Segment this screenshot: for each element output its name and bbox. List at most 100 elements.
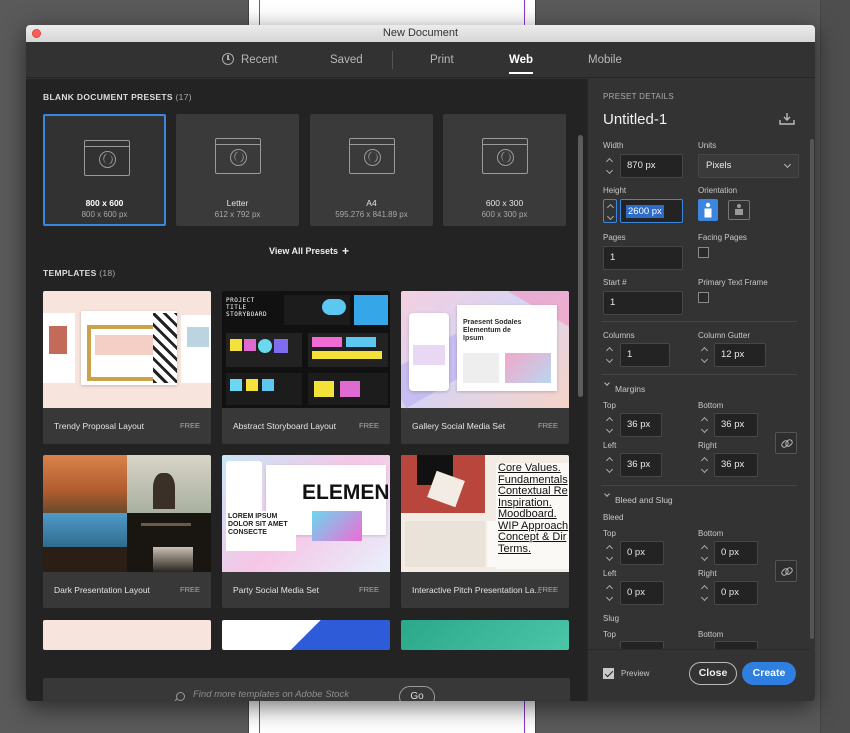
height-field[interactable]: 2600 px: [620, 199, 683, 223]
bleed-bottom-field[interactable]: 0 px: [714, 541, 758, 565]
margin-left-stepper[interactable]: [603, 453, 617, 477]
tab-mobile[interactable]: Mobile: [588, 42, 622, 78]
template-card[interactable]: [43, 620, 211, 650]
bleed-top-stepper[interactable]: [603, 541, 617, 565]
margins-section-toggle[interactable]: Margins: [615, 384, 645, 394]
tab-print-label: Print: [430, 54, 454, 66]
template-card[interactable]: Trendy Proposal Layout FREE: [43, 291, 211, 444]
stock-search-input[interactable]: Find more templates on Adobe Stock: [173, 689, 393, 701]
chevron-down-icon[interactable]: [604, 380, 610, 386]
preset-name: A4: [366, 198, 377, 208]
preset-details-panel: PRESET DETAILS Untitled-1 Width 870 px U…: [587, 79, 815, 701]
bleed-label: Bleed: [603, 513, 624, 522]
preset-name: 600 x 300: [485, 198, 524, 208]
slug-bottom-field[interactable]: [714, 641, 758, 649]
margin-left-field[interactable]: 36 px: [620, 453, 662, 477]
gutter-stepper[interactable]: [698, 343, 712, 367]
go-button[interactable]: Go: [399, 686, 435, 701]
presets-count: (17): [175, 92, 192, 102]
template-card[interactable]: [401, 620, 569, 650]
start-page-label: Start #: [603, 278, 627, 287]
columns-field[interactable]: 1: [620, 343, 670, 367]
margin-bottom-field[interactable]: 36 px: [714, 413, 758, 437]
preset-size: 612 x 792 px: [214, 210, 261, 219]
column-gutter-field[interactable]: 12 px: [714, 343, 766, 367]
bleed-left-field[interactable]: 0 px: [620, 581, 664, 605]
save-preset-icon[interactable]: [778, 112, 796, 126]
facing-pages-checkbox[interactable]: [698, 247, 709, 258]
units-select[interactable]: Pixels: [698, 154, 799, 178]
template-card[interactable]: ELEMENTUM LOREM IPSUM DOLOR SIT AMET CON…: [222, 455, 390, 608]
template-thumbnail: ELEMENTUM LOREM IPSUM DOLOR SIT AMET CON…: [222, 455, 390, 572]
preview-checkbox[interactable]: [603, 668, 614, 679]
template-thumb-text: ELEMENTUM: [302, 481, 388, 504]
divider: [601, 321, 797, 322]
details-scrollbar[interactable]: [810, 139, 814, 639]
portrait-orientation-button[interactable]: [698, 199, 718, 221]
column-gutter-label: Column Gutter: [698, 331, 751, 340]
columns-stepper[interactable]: [603, 343, 617, 367]
primary-text-frame-checkbox[interactable]: [698, 292, 709, 303]
margin-top-stepper[interactable]: [603, 413, 617, 437]
start-page-field[interactable]: 1: [603, 291, 683, 315]
primary-text-frame-label: Primary Text Frame: [698, 278, 768, 287]
bleed-left-label: Left: [603, 569, 617, 578]
bleed-left-stepper[interactable]: [603, 581, 617, 605]
preset-a4[interactable]: A4 595.276 x 841.89 px: [310, 114, 433, 226]
view-all-presets-link[interactable]: View All Presets +: [269, 244, 349, 258]
landscape-orientation-button[interactable]: [728, 200, 750, 220]
web-page-icon: [482, 138, 528, 174]
width-stepper[interactable]: [603, 154, 617, 178]
chevron-down-icon[interactable]: [604, 491, 610, 497]
bleed-right-label: Right: [698, 569, 717, 578]
divider: [601, 485, 797, 486]
margin-right-stepper[interactable]: [698, 453, 712, 477]
template-card[interactable]: [222, 620, 390, 650]
tab-print[interactable]: Print: [430, 42, 454, 78]
bleed-slug-section-toggle[interactable]: Bleed and Slug: [615, 495, 673, 505]
bleed-top-field[interactable]: 0 px: [620, 541, 664, 565]
create-button[interactable]: Create: [742, 662, 796, 685]
bleed-bottom-stepper[interactable]: [698, 541, 712, 565]
margin-top-field[interactable]: 36 px: [620, 413, 662, 437]
pages-field[interactable]: 1: [603, 246, 683, 270]
slug-top-label: Top: [603, 630, 616, 639]
link-margins-icon[interactable]: [775, 432, 797, 454]
close-button[interactable]: Close: [689, 662, 737, 685]
template-thumbnail: [43, 455, 211, 572]
template-card[interactable]: PROJECT TITLE STORYBOARD Abstract Storyb…: [222, 291, 390, 444]
height-stepper[interactable]: [603, 199, 617, 223]
close-window-button[interactable]: [32, 29, 41, 38]
preset-600x300[interactable]: 600 x 300 600 x 300 px: [443, 114, 566, 226]
preset-800x600[interactable]: 800 x 600 800 x 600 px: [43, 114, 166, 226]
margin-bottom-stepper[interactable]: [698, 413, 712, 437]
tab-saved[interactable]: Saved: [330, 42, 363, 78]
template-name: Interactive Pitch Presentation La...: [412, 585, 542, 595]
height-label: Height: [603, 186, 627, 195]
template-thumbnail: Praesent Sodales Elementum de Ipsum: [401, 291, 569, 409]
template-card[interactable]: Core Values. Fundamentals Contextual Re …: [401, 455, 569, 608]
free-badge: FREE: [179, 421, 200, 430]
web-page-icon: [84, 140, 130, 176]
bleed-right-stepper[interactable]: [698, 581, 712, 605]
margin-right-label: Right: [698, 441, 717, 450]
bleed-bottom-label: Bottom: [698, 529, 724, 538]
link-bleed-icon[interactable]: [775, 560, 797, 582]
margin-top-label: Top: [603, 401, 616, 410]
tab-mobile-label: Mobile: [588, 54, 622, 66]
gallery-scrollbar[interactable]: [578, 135, 583, 397]
document-name-input[interactable]: Untitled-1: [603, 111, 667, 128]
preview-label: Preview: [621, 669, 650, 678]
slug-top-field[interactable]: [620, 641, 664, 649]
preset-size: 800 x 600 px: [81, 210, 128, 219]
template-card[interactable]: Dark Presentation Layout FREE: [43, 455, 211, 608]
template-card[interactable]: Praesent Sodales Elementum de Ipsum Gall…: [401, 291, 569, 444]
preset-letter[interactable]: Letter 612 x 792 px: [176, 114, 299, 226]
bleed-right-field[interactable]: 0 px: [714, 581, 758, 605]
slug-bottom-label: Bottom: [698, 630, 724, 639]
margin-right-field[interactable]: 36 px: [714, 453, 758, 477]
tab-recent[interactable]: Recent: [222, 42, 277, 78]
clock-icon: [222, 53, 234, 65]
tab-web[interactable]: Web: [509, 42, 534, 78]
width-field[interactable]: 870 px: [620, 154, 683, 178]
